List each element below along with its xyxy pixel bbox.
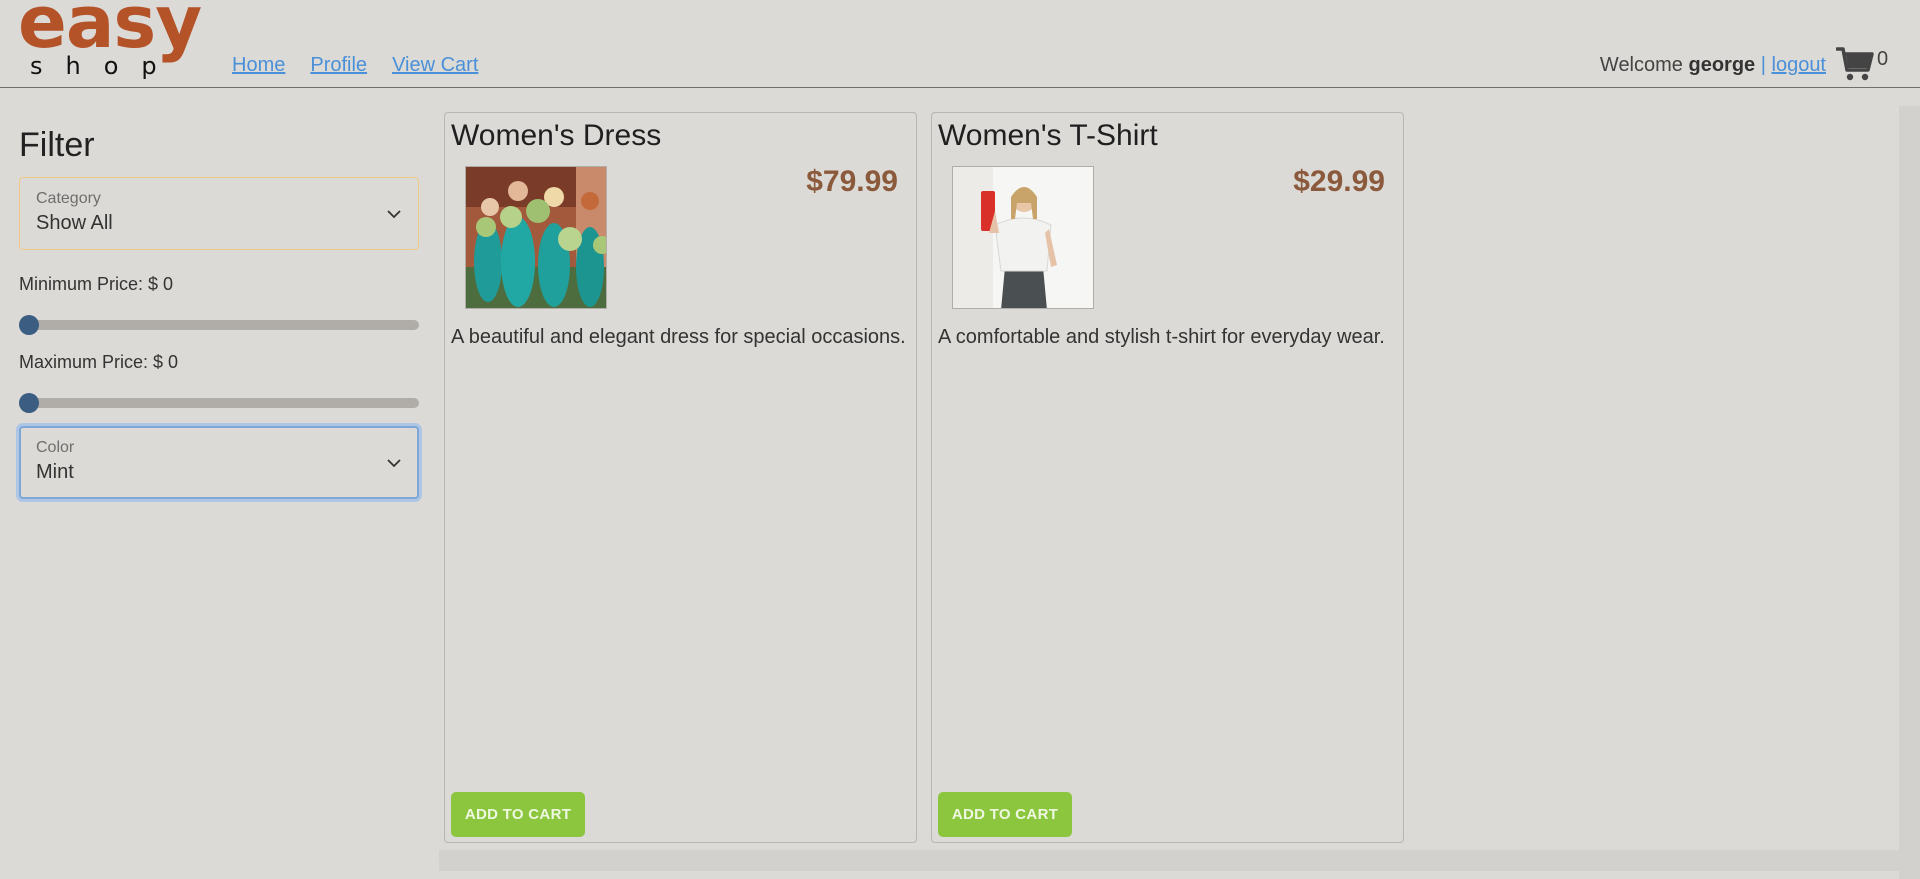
max-price-slider-thumb[interactable] [19, 393, 39, 413]
color-select[interactable]: Color Mint [19, 426, 419, 499]
product-image[interactable] [952, 166, 1094, 309]
logo-shop-text: shop [30, 52, 180, 80]
min-price-slider-thumb[interactable] [19, 315, 39, 335]
product-image[interactable] [465, 166, 607, 309]
shopping-cart-icon[interactable] [1836, 46, 1876, 82]
category-value: Show All [36, 212, 113, 234]
max-price-slider[interactable] [19, 393, 419, 413]
product-description: A beautiful and elegant dress for specia… [451, 326, 906, 348]
top-navbar: easy shop Home Profile View Cart Welcome… [0, 0, 1920, 88]
product-price: $29.99 [1293, 165, 1385, 198]
min-price-label: Minimum Price: $ 0 [19, 274, 174, 294]
separator: | [1760, 54, 1766, 76]
horizontal-scrollbar[interactable] [439, 850, 1899, 871]
nav-profile-link[interactable]: Profile [310, 54, 367, 77]
category-select[interactable]: Category Show All [19, 177, 419, 250]
cart-count-badge: 0 [1877, 48, 1889, 70]
nav-view-cart-link[interactable]: View Cart [392, 54, 478, 77]
max-price-label: Maximum Price: $ 0 [19, 352, 179, 372]
vertical-scrollbar[interactable] [1899, 106, 1920, 879]
logout-link[interactable]: logout [1772, 54, 1827, 76]
add-to-cart-button[interactable]: ADD TO CART [451, 792, 585, 837]
product-card: Women's T-Shirt $29.99 A comfortable and… [931, 112, 1404, 843]
min-price-slider[interactable] [19, 315, 419, 335]
chevron-down-icon [387, 459, 401, 468]
filter-sidebar: Filter Category Show All Minimum Price: … [19, 112, 419, 499]
welcome-text: Welcome [1599, 54, 1683, 76]
filter-title: Filter [19, 126, 95, 164]
color-label: Color [36, 439, 75, 456]
user-greeting: Welcome george | logout [1600, 54, 1826, 77]
logo-easy-text: easy [18, 0, 202, 64]
product-title: Women's T-Shirt [938, 119, 1158, 152]
product-title: Women's Dress [451, 119, 662, 152]
add-to-cart-button[interactable]: ADD TO CART [938, 792, 1072, 837]
product-price: $79.99 [806, 165, 898, 198]
chevron-down-icon [387, 210, 401, 219]
easyshop-logo[interactable]: easy shop [18, 0, 208, 84]
main-nav: Home Profile View Cart [232, 54, 478, 77]
nav-home-link[interactable]: Home [232, 54, 285, 77]
username: george [1688, 54, 1756, 76]
color-value: Mint [36, 461, 74, 483]
category-label: Category [36, 190, 101, 207]
product-description: A comfortable and stylish t-shirt for ev… [938, 326, 1385, 348]
product-card: Women's Dress $79.99 A beautiful and ele… [444, 112, 917, 843]
